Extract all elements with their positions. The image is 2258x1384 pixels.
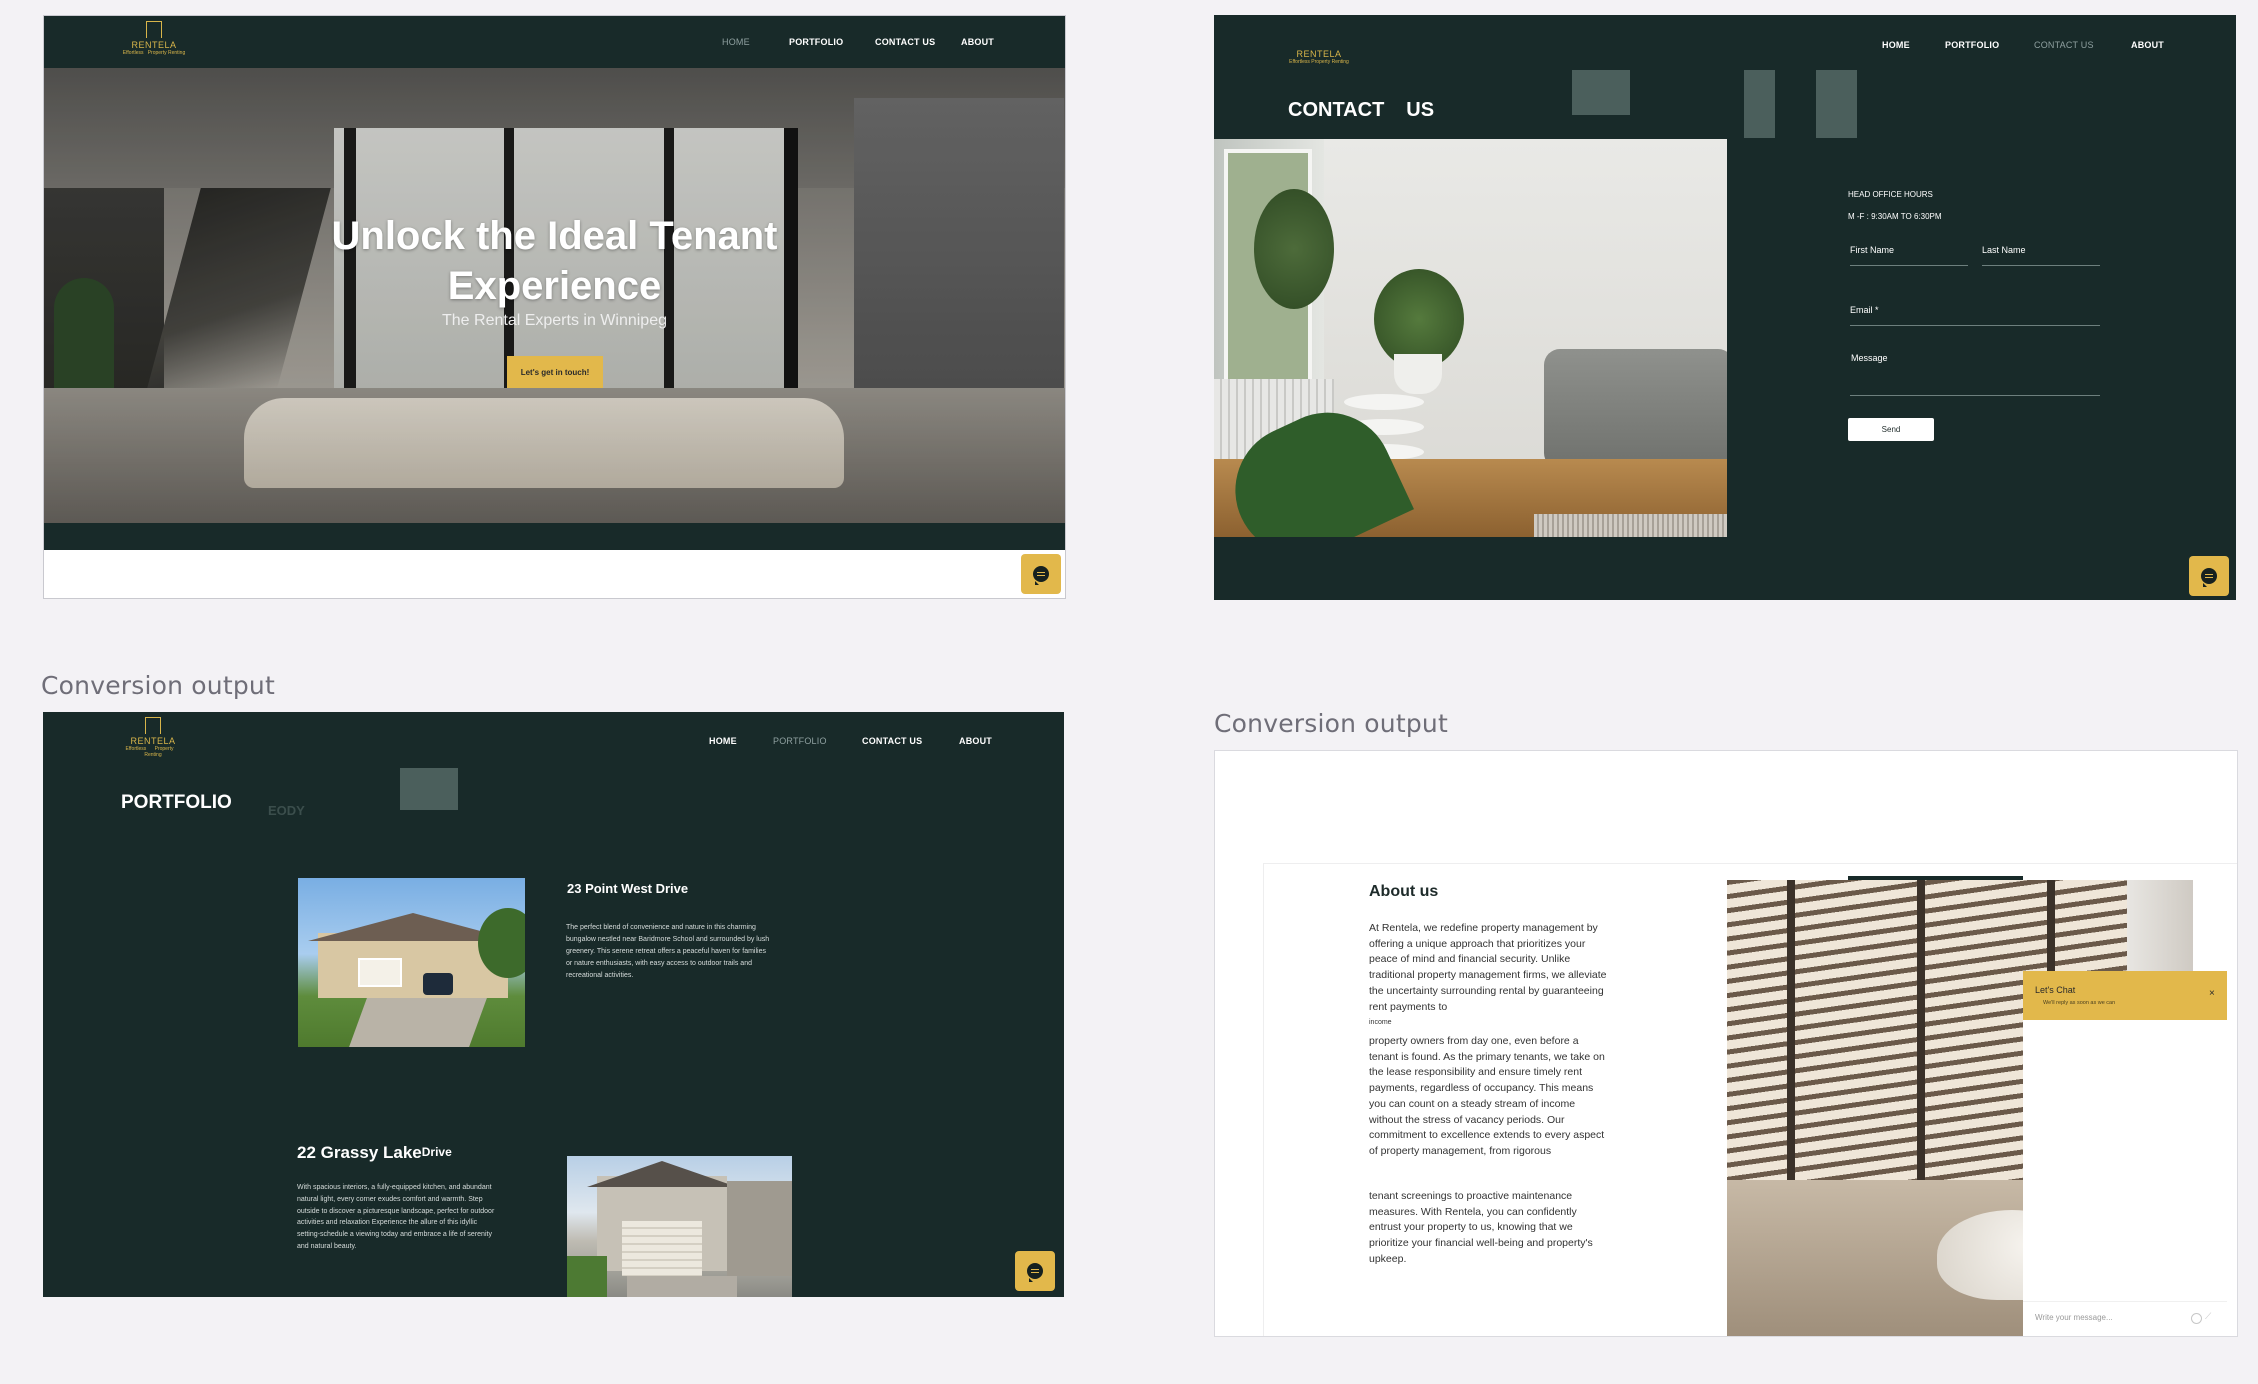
about-paragraph-2: property owners from day one, even befor… [1369, 1035, 1605, 1157]
send-button[interactable]: Send [1848, 418, 1934, 441]
ghost-text: EODY [268, 803, 305, 818]
first-name-label: First Name [1850, 245, 1895, 255]
nav-portfolio[interactable]: PORTFOLIO [789, 37, 843, 47]
chat-message-input[interactable]: Write your message... ⟋ [2023, 1301, 2227, 1336]
decorative-block [1572, 70, 1630, 115]
nav-about[interactable]: ABOUT [959, 736, 992, 746]
hero-cta-label: Let's get in touch! [520, 367, 590, 377]
decorative-block [400, 768, 458, 810]
brand-name: RENTELA [130, 736, 176, 746]
contact-image [1214, 139, 1727, 537]
brand-logo[interactable]: RENTELA Effortless Property Renting [118, 717, 188, 758]
hero-title: Unlock the Ideal Tenant Experience [331, 214, 778, 308]
nav-portfolio[interactable]: PORTFOLIO [773, 736, 827, 746]
brand-tagline: Effortless Property Renting [1289, 59, 1349, 65]
contact-page-preview: RENTELA Effortless Property Renting HOME… [1214, 15, 2236, 600]
house-logo-icon [145, 717, 161, 734]
decorative-block [1744, 70, 1775, 138]
contact-title: CONTACT US [1288, 99, 1435, 121]
caption-conversion-output: Conversion output [1214, 709, 1448, 738]
nav-contact[interactable]: CONTACT US [862, 736, 922, 746]
brand-name: RENTELA [131, 40, 177, 50]
chat-input-placeholder: Write your message... [2035, 1313, 2113, 1322]
listing-photo-house [298, 878, 525, 1047]
attach-icon[interactable]: ⟋ [2205, 1311, 2211, 1322]
office-hours-title: HEAD OFFICE HOURS [1848, 190, 1933, 199]
about-paragraph-3: tenant screenings to proactive maintenan… [1369, 1190, 1593, 1265]
chat-launcher-button[interactable] [1015, 1251, 1055, 1291]
caption-conversion-output: Conversion output [41, 671, 275, 700]
listing-title: 23 Point West Drive [567, 881, 689, 896]
chat-widget-header: Let's Chat We'll reply as soon as we can… [2023, 971, 2227, 1020]
brand-logo[interactable]: RENTELA Effortless Property Renting [1289, 47, 1349, 65]
brand-name: RENTELA [1296, 49, 1342, 59]
nav-about[interactable]: ABOUT [2131, 40, 2164, 50]
hero-cta-button[interactable]: Let's get in touch! [507, 356, 603, 388]
hero-subtitle: The Rental Experts in Winnipeg [442, 312, 667, 329]
page-footer-strip [44, 550, 1065, 598]
home-page-preview: RENTELA Effortless Property Renting HOME… [43, 15, 1066, 599]
portfolio-title: PORTFOLIO [121, 792, 232, 813]
close-icon[interactable]: × [2209, 988, 2215, 999]
chat-launcher-button[interactable] [2189, 556, 2229, 596]
nav-home[interactable]: HOME [722, 37, 750, 47]
about-paragraph-1: At Rentela, we redefine property managem… [1369, 922, 1607, 1013]
listing-description: With spacious interiors, a fully-equippe… [297, 1184, 495, 1250]
about-stray-word: income [1369, 1019, 1392, 1026]
chat-icon [1027, 1263, 1043, 1282]
last-name-label: Last Name [1982, 245, 2026, 255]
decorative-block [1816, 70, 1857, 138]
brand-tagline: Effortless Property Renting [122, 50, 186, 56]
nav-home[interactable]: HOME [709, 736, 737, 746]
house-logo-icon [146, 21, 162, 38]
emoji-icon[interactable] [2191, 1313, 2202, 1324]
last-name-field[interactable] [1982, 265, 2100, 266]
message-field[interactable] [1850, 395, 2100, 396]
brand-tagline: Effortless Property Renting [125, 746, 174, 758]
email-field[interactable] [1850, 325, 2100, 326]
chat-icon [2201, 568, 2217, 587]
nav-home[interactable]: HOME [1882, 40, 1910, 50]
office-hours: M -F : 9:30AM TO 6:30PM [1848, 212, 1942, 221]
nav-portfolio[interactable]: PORTFOLIO [1945, 40, 1999, 50]
send-button-label: Send [1881, 425, 1901, 434]
chat-launcher-button[interactable] [1021, 554, 1061, 594]
listing-description: The perfect blend of convenience and nat… [566, 924, 770, 979]
about-title: About us [1369, 883, 1439, 900]
chat-widget-title: Let's Chat [2035, 985, 2076, 995]
about-page-preview: About us At Rentela, we redefine propert… [1214, 750, 2238, 1337]
email-label: Email * [1850, 305, 1879, 315]
listing-photo-house [567, 1156, 792, 1297]
portfolio-page-preview: RENTELA Effortless Property Renting HOME… [43, 712, 1064, 1297]
brand-logo[interactable]: RENTELA Effortless Property Renting [119, 21, 189, 56]
listing-title: 22 Grassy LakeDrive [297, 1143, 452, 1162]
nav-about[interactable]: ABOUT [961, 37, 994, 47]
chat-widget-subtitle: We'll reply as soon as we can [2043, 1000, 2116, 1006]
chat-icon [1033, 566, 1049, 585]
message-label: Message [1851, 353, 1888, 363]
first-name-field[interactable] [1850, 265, 1968, 266]
chat-widget: Let's Chat We'll reply as soon as we can… [2023, 971, 2227, 1336]
nav-contact[interactable]: CONTACT US [2034, 40, 2094, 50]
nav-contact[interactable]: CONTACT US [875, 37, 935, 47]
